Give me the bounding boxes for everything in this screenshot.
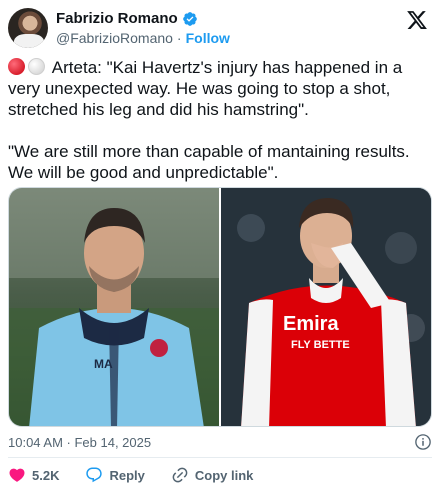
copy-link-label: Copy link: [194, 467, 254, 483]
name-row: Fabrizio Romano: [56, 10, 198, 27]
tweet-paragraph-1-text: Arteta: "Kai Havertz's injury has happen…: [8, 58, 403, 119]
divider: [8, 457, 432, 458]
link-icon: [172, 467, 188, 483]
heart-icon: [9, 468, 25, 482]
shirt-initials: MA: [94, 357, 113, 371]
red-circle-emoji-icon: [8, 58, 25, 75]
tweet-header: Fabrizio Romano @FabrizioRomano · Follow: [0, 0, 440, 56]
tweet-timestamp[interactable]: 10:04 AM · Feb 14, 2025: [8, 435, 151, 450]
reply-icon: [86, 467, 103, 483]
shirt-sponsor-line-2: FLY BETTE: [291, 339, 350, 351]
x-logo-icon[interactable]: [406, 9, 428, 31]
handle[interactable]: @FabrizioRomano: [56, 30, 173, 46]
avatar[interactable]: [8, 8, 48, 48]
tweet-paragraph-2: "We are still more than capable of manta…: [8, 142, 410, 182]
info-icon[interactable]: [414, 433, 432, 451]
media-grid[interactable]: MA Emira FLY BETTE: [8, 187, 432, 427]
reply-button[interactable]: Reply: [85, 466, 145, 484]
photo-arteta-illustration: MA: [9, 188, 219, 426]
photo-havertz[interactable]: Emira FLY BETTE: [221, 188, 431, 426]
follow-button[interactable]: Follow: [186, 30, 230, 46]
like-count: 5.2K: [32, 467, 60, 483]
reply-label: Reply: [109, 467, 145, 483]
action-bar: 5.2K Reply Copy link: [8, 466, 253, 484]
verified-badge-icon: [182, 11, 197, 26]
tweet-paragraph-1: Arteta: "Kai Havertz's injury has happen…: [8, 57, 432, 120]
copy-link-button[interactable]: Copy link: [171, 466, 254, 484]
photo-havertz-illustration: Emira FLY BETTE: [221, 188, 431, 426]
tweet-text: Arteta: "Kai Havertz's injury has happen…: [8, 57, 432, 183]
display-name[interactable]: Fabrizio Romano: [56, 10, 178, 27]
handle-row: @FabrizioRomano · Follow: [56, 30, 230, 46]
photo-arteta[interactable]: MA: [9, 188, 219, 426]
shirt-sponsor-line-1: Emira: [283, 313, 339, 335]
like-button[interactable]: 5.2K: [8, 466, 59, 484]
separator: ·: [176, 30, 182, 46]
white-circle-emoji-icon: [28, 58, 45, 75]
